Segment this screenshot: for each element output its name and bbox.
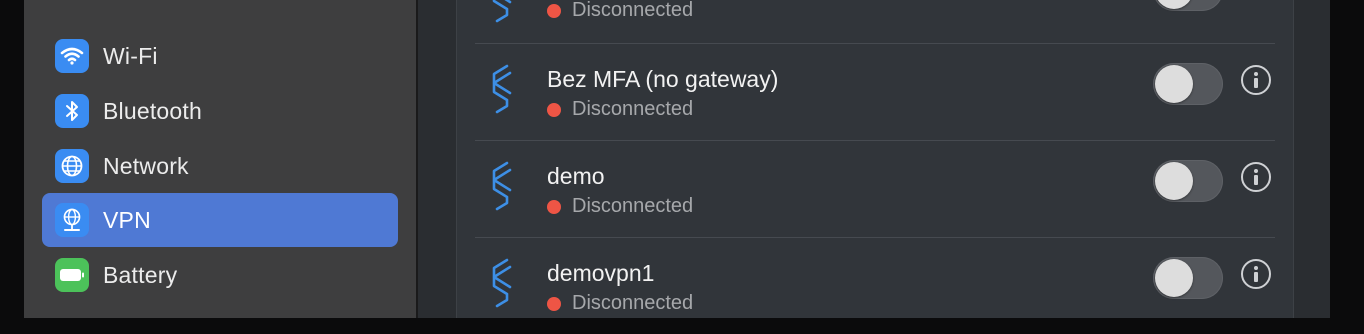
wifi-icon [55,39,89,73]
vpn-status: Disconnected [547,292,693,315]
status-dot [547,296,561,311]
vpn-client-icon [492,64,512,114]
status-dot [547,102,561,117]
info-icon[interactable] [1241,162,1271,192]
vpn-pane: Disconnected Bez MFA (no gateway) Discon… [418,0,1330,318]
vpn-status: Disconnected [547,195,693,218]
sidebar-item-network[interactable]: Network [42,139,398,193]
vpn-row[interactable]: Bez MFA (no gateway) Disconnected [457,44,1293,140]
sidebar-item-label: Battery [103,262,178,288]
battery-icon [55,258,89,292]
info-icon[interactable] [1241,259,1271,289]
vpn-status: Disconnected [547,98,693,121]
vpn-toggle[interactable] [1153,0,1223,11]
vpn-toggle[interactable] [1153,257,1223,299]
vpn-list: Disconnected Bez MFA (no gateway) Discon… [456,0,1294,318]
vpn-toggle[interactable] [1153,160,1223,202]
vpn-toggle[interactable] [1153,63,1223,105]
sidebar-item-bluetooth[interactable]: Bluetooth [42,84,398,138]
vpn-name: Bez MFA (no gateway) [547,66,779,92]
toggle-knob [1155,65,1193,103]
toggle-knob [1155,259,1193,297]
toggle-knob [1155,162,1193,200]
vpn-name: demo [547,163,605,189]
status-dot [547,3,561,18]
vpn-status: Disconnected [547,0,693,22]
sidebar-item-label: Wi-Fi [103,43,158,69]
vpn-globe-icon [55,203,89,237]
vpn-status-label: Disconnected [572,195,694,217]
bluetooth-icon [55,94,89,128]
vpn-status-label: Disconnected [572,292,694,314]
vpn-name: demovpn1 [547,260,655,286]
sidebar-item-battery[interactable]: Battery [42,248,398,302]
vpn-client-icon [492,0,512,23]
sidebar-item-label: Network [103,153,189,179]
vpn-status-label: Disconnected [572,98,694,120]
info-icon[interactable] [1241,65,1271,95]
vpn-row[interactable]: demo Disconnected [457,141,1293,237]
vpn-status-label: Disconnected [572,0,694,21]
sidebar-item-vpn[interactable]: VPN [42,193,398,247]
toggle-knob [1155,0,1193,9]
status-dot [547,199,561,214]
vpn-row[interactable]: Disconnected [457,0,1293,43]
sidebar: Wi-Fi Bluetooth Network VPN Battery [24,0,418,318]
vpn-client-icon [492,258,512,308]
sidebar-item-label: VPN [103,207,151,233]
globe-icon [55,149,89,183]
sidebar-item-wifi[interactable]: Wi-Fi [42,29,398,83]
vpn-row[interactable]: demovpn1 Disconnected [457,238,1293,334]
sidebar-item-label: Bluetooth [103,98,202,124]
vpn-client-icon [492,161,512,211]
